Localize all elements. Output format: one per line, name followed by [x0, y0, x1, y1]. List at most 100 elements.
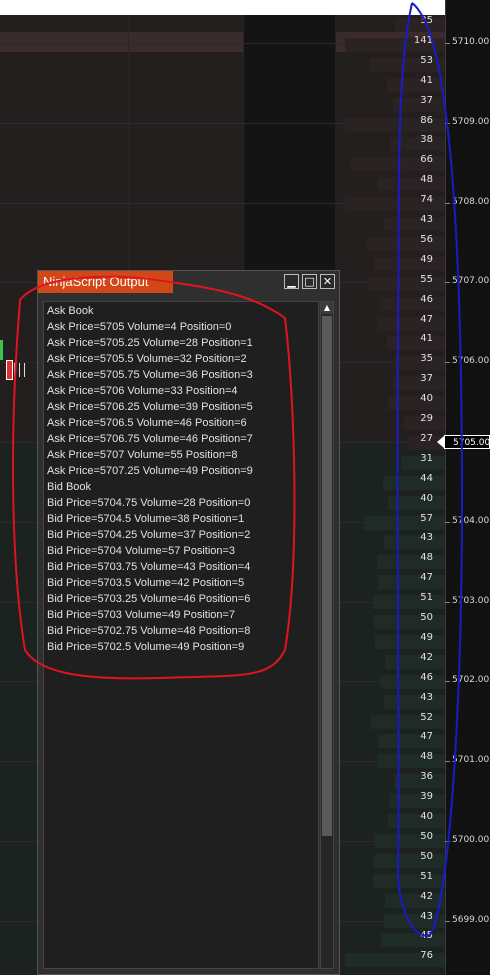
ladder-volume: 74	[420, 194, 433, 206]
output-line: Bid Price=5704.75 Volume=28 Position=0	[47, 497, 251, 509]
ladder-volume: 47	[420, 313, 433, 325]
ladder-volume: 39	[420, 791, 433, 803]
ladder-volume: 37	[420, 373, 433, 385]
ladder-volume: 53	[420, 54, 433, 66]
price-label: 5703.00	[452, 595, 490, 606]
ladder-volume: 50	[420, 612, 433, 623]
top-strip	[0, 0, 445, 15]
output-line: Bid Price=5703 Volume=49 Position=7	[47, 609, 236, 621]
ladder-volume: 51	[420, 870, 433, 882]
ladder-volume: 42	[420, 651, 433, 663]
maximize-button[interactable]: □	[302, 274, 317, 289]
output-line: Ask Price=5705.75 Volume=36 Position=3	[47, 369, 253, 381]
output-line: Ask Price=5706.25 Volume=39 Position=5	[47, 401, 253, 413]
price-label: 5710.00	[452, 37, 490, 47]
price-label: 5702.00	[452, 675, 490, 686]
ladder-volume: 40	[420, 811, 433, 822]
output-line: Ask Price=5706.75 Volume=46 Position=7	[47, 433, 253, 445]
ladder-volume: 48	[420, 751, 433, 763]
ladder-volume: 50	[420, 850, 433, 862]
price-tick	[445, 601, 450, 603]
output-line: Ask Price=5705 Volume=4 Position=0	[47, 321, 232, 333]
ladder-volume: 43	[420, 691, 433, 703]
minimize-button[interactable]: ▁	[284, 274, 299, 289]
price-label: 5708.00	[452, 196, 490, 207]
vertical-scrollbar[interactable]: ▲	[320, 301, 334, 969]
ladder-volume: 86	[420, 114, 433, 126]
ladder-volume: 27	[420, 432, 433, 444]
ladder-volume: 57	[420, 512, 433, 524]
ladder-volume: 51	[420, 592, 433, 604]
candle-wick-2	[19, 363, 20, 377]
price-tick	[445, 43, 450, 44]
scroll-up-icon[interactable]: ▲	[321, 302, 333, 314]
ladder-volume: 42	[420, 890, 433, 902]
candle-wick-1	[14, 363, 15, 377]
price-label: 5707.00	[452, 276, 490, 287]
price-tick	[445, 362, 450, 364]
price-tick	[445, 202, 450, 204]
output-line: Bid Price=5703.25 Volume=46 Position=6	[47, 593, 251, 605]
output-line: Bid Price=5702.75 Volume=48 Position=8	[47, 625, 251, 637]
output-line: Bid Price=5704.25 Volume=37 Position=2	[47, 529, 251, 541]
price-label: 5701.00	[452, 755, 490, 766]
ladder-volume: 50	[420, 830, 433, 842]
ladder-volume: 35	[420, 353, 433, 365]
output-line: Ask Price=5705.25 Volume=28 Position=1	[47, 337, 253, 349]
ladder-volume: 40	[420, 492, 433, 504]
output-line: Ask Price=5706 Volume=33 Position=4	[47, 385, 238, 397]
output-line: Bid Price=5704 Volume=57 Position=3	[47, 545, 236, 557]
price-tick	[445, 681, 450, 683]
price-tick	[445, 920, 450, 922]
ladder-volume: 76	[420, 950, 433, 962]
output-text-area[interactable]: Ask Book Ask Price=5705 Volume=4 Position…	[43, 301, 319, 969]
ladder-volume: 43	[420, 214, 433, 225]
candle-green	[0, 340, 3, 360]
ladder-volume: 43	[420, 910, 433, 922]
price-label: 5704.00	[452, 515, 490, 526]
ladder-volume: 56	[420, 233, 433, 245]
ladder-volume: 40	[420, 393, 433, 405]
ladder-volume: 29	[420, 413, 433, 424]
price-tick	[445, 521, 450, 523]
price-tick	[445, 122, 450, 124]
output-line: Ask Price=5707 Volume=55 Position=8	[47, 449, 238, 461]
ladder-volume: 31	[420, 452, 433, 464]
price-tick	[445, 841, 450, 842]
close-button[interactable]: ✕	[320, 274, 335, 289]
price-tick	[445, 761, 450, 763]
current-price-marker: 5705.00	[444, 435, 490, 449]
ladder-volume: 45	[420, 930, 433, 942]
output-line: Ask Price=5706.5 Volume=46 Position=6	[47, 417, 247, 429]
ladder-volume: 49	[420, 631, 433, 643]
price-axis[interactable]	[445, 0, 490, 975]
price-label: 5706.00	[452, 356, 490, 367]
output-line: Bid Price=5704.5 Volume=38 Position=1	[47, 513, 245, 525]
price-label: 5709.00	[452, 116, 490, 127]
ninjascript-output-window[interactable]: NinjaScript Output ▁ □ ✕ Ask Book Ask Pri…	[37, 270, 340, 975]
current-price-arrow-icon	[437, 436, 444, 448]
candle-red	[6, 360, 13, 380]
scroll-thumb[interactable]	[322, 316, 332, 836]
output-line: Bid Price=5703.5 Volume=42 Position=5	[47, 577, 245, 589]
ladder-volume: 55	[420, 273, 433, 285]
ladder-volume: 41	[420, 333, 433, 345]
ladder-volume: 46	[420, 671, 433, 683]
ladder-volume: 47	[420, 572, 433, 584]
ladder-volume: 66	[420, 154, 433, 166]
output-line: Bid Price=5703.75 Volume=43 Position=4	[47, 561, 251, 573]
ladder-volume: 43	[420, 532, 433, 544]
ladder-volume: 48	[420, 552, 433, 564]
ladder-volume: 141	[413, 34, 433, 46]
ladder-volume: 41	[420, 74, 433, 86]
output-line: Ask Price=5707.25 Volume=49 Position=9	[47, 465, 253, 477]
ladder-volume: 52	[420, 711, 433, 723]
ask-highlight-band	[0, 32, 243, 52]
ladder-volume: 48	[420, 174, 433, 186]
candle-wick-3	[24, 363, 25, 377]
price-label: 5699.00	[452, 914, 490, 925]
ladder-volume: 38	[420, 134, 433, 146]
window-title[interactable]: NinjaScript Output	[38, 271, 173, 293]
price-label: 5700.00	[452, 835, 490, 845]
ladder-volume: 35	[420, 15, 433, 26]
